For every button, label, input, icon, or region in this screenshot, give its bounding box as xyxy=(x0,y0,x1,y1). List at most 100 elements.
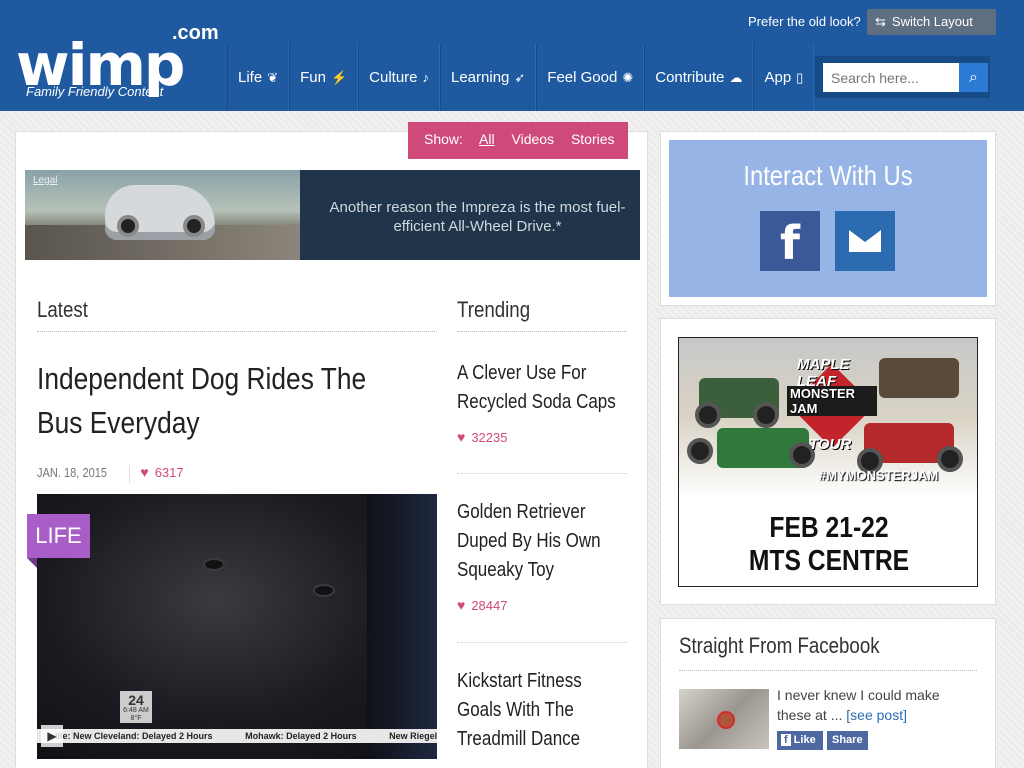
share-label: Share xyxy=(832,734,863,746)
nav-label: Feel Good xyxy=(547,69,618,86)
upload-cloud-icon: ☁ xyxy=(729,69,743,85)
divider xyxy=(129,464,131,483)
nav-item-feel-good[interactable]: Feel Good ✺ xyxy=(536,44,645,111)
badge-fold xyxy=(27,558,37,568)
filter-label: Show: xyxy=(424,131,463,147)
search-input[interactable] xyxy=(823,63,959,92)
interact-panel: Interact With Us f xyxy=(660,131,996,306)
site-logo[interactable]: .com wimp Family Friendly Content xyxy=(14,22,224,102)
category-badge[interactable]: LIFE xyxy=(27,514,90,558)
search-box: ⌕ xyxy=(815,56,990,98)
nav-item-life[interactable]: Life ❦ xyxy=(227,44,290,111)
search-button[interactable]: ⌕ xyxy=(959,63,988,92)
channel-number: 24 xyxy=(128,692,144,708)
article-meta: JAN. 18, 2015 ♥ 6317 xyxy=(37,464,184,483)
car-wheel xyxy=(183,215,205,237)
dog-eye xyxy=(205,560,223,569)
ad-banner[interactable]: Legal Another reason the Impreza is the … xyxy=(25,170,640,260)
filter-all[interactable]: All xyxy=(479,131,495,147)
logo-line: TOUR xyxy=(809,436,852,453)
facebook-panel: Straight From Facebook I never knew I co… xyxy=(660,618,996,768)
truck-wheel xyxy=(753,402,779,428)
banner-text: Another reason the Impreza is the most f… xyxy=(329,199,626,235)
trending-heading: Trending xyxy=(457,297,531,322)
facebook-f-icon: f xyxy=(781,734,791,746)
trending-title[interactable]: Golden Retriever Duped By His Own Squeak… xyxy=(457,498,627,585)
divider xyxy=(457,331,627,332)
like-label: Like xyxy=(793,734,816,746)
trending-title[interactable]: Kickstart Fitness Goals With The Treadmi… xyxy=(457,667,627,754)
play-icon[interactable]: ▶ xyxy=(41,725,63,747)
old-look-prompt: Prefer the old look? xyxy=(748,14,861,29)
switch-layout-button[interactable]: ⇆ Switch Layout xyxy=(867,9,996,35)
trending-title[interactable]: A Clever Use For Recycled Soda Caps xyxy=(457,359,627,417)
truck-wheel xyxy=(937,446,963,472)
divider xyxy=(679,670,977,671)
banner-scene xyxy=(25,170,300,260)
logo-line: MONSTER JAM xyxy=(787,386,877,416)
like-count: 28447 xyxy=(471,598,508,613)
facebook-share-button[interactable]: Share xyxy=(827,731,868,750)
latest-heading: Latest xyxy=(37,297,88,322)
trending-item[interactable]: Golden Retriever Duped By His Own Squeak… xyxy=(457,498,627,615)
rocket-icon: ➶ xyxy=(514,69,526,85)
nav-item-culture[interactable]: Culture ♪ xyxy=(358,44,440,111)
heart-icon[interactable]: ♥ xyxy=(457,429,465,445)
nav-label: Learning xyxy=(451,69,510,86)
interact-title: Interact With Us xyxy=(743,160,913,191)
nav-label: Life xyxy=(238,69,263,86)
channel-time: 6:48 AM xyxy=(123,707,149,714)
see-post-link[interactable]: [see post] xyxy=(846,707,907,723)
banner-legal-link[interactable]: Legal xyxy=(33,175,57,186)
article-date: JAN. 18, 2015 xyxy=(37,465,108,480)
ad-date: FEB 21-22 xyxy=(769,512,889,544)
video-background xyxy=(367,494,437,759)
heart-icon[interactable]: ♥ xyxy=(140,464,148,480)
nav-label: Fun xyxy=(300,69,326,86)
facebook-icon[interactable]: f xyxy=(760,211,820,271)
interact-box: Interact With Us f xyxy=(669,140,987,297)
filter-stories[interactable]: Stories xyxy=(571,131,615,147)
main-panel: Show: All Videos Stories Legal Another r… xyxy=(15,122,648,768)
divider xyxy=(457,642,627,643)
runner-icon: ⚡ xyxy=(330,69,348,85)
logo-tagline: Family Friendly Content xyxy=(26,84,164,99)
heart-icon[interactable]: ♥ xyxy=(457,597,465,613)
nav-item-fun[interactable]: Fun ⚡ xyxy=(289,44,359,111)
trending-item[interactable]: Kickstart Fitness Goals With The Treadmi… xyxy=(457,667,627,754)
ad-venue: MTS CENTRE xyxy=(748,545,910,577)
envelope-icon xyxy=(849,230,881,252)
guitar-icon: ♪ xyxy=(422,70,430,85)
facebook-post-thumbnail[interactable] xyxy=(679,689,769,749)
monster-jam-ad[interactable]: MAPLE LEAF MONSTER JAM TOUR #MYMONSTERJA… xyxy=(678,337,978,587)
nav-item-learning[interactable]: Learning ➶ xyxy=(440,44,537,111)
trending-item[interactable]: A Clever Use For Recycled Soda Caps ♥ 322… xyxy=(457,359,627,447)
main-nav: Life ❦ Fun ⚡ Culture ♪ Learning ➶ Feel Good ✺… xyxy=(227,44,815,111)
nav-item-app[interactable]: App ▯ xyxy=(753,44,815,111)
divider xyxy=(457,473,627,474)
filter-videos[interactable]: Videos xyxy=(512,131,555,147)
article-video[interactable]: 24 6:48 AM 8°F ille: New Cleveland: Dela… xyxy=(37,494,437,759)
trending-meta: ♥ 32235 xyxy=(457,429,627,447)
email-button[interactable] xyxy=(835,211,895,271)
ad-hashtag: #MYMONSTERJAM xyxy=(819,468,939,483)
sidebar-ad-panel: MAPLE LEAF MONSTER JAM TOUR #MYMONSTERJA… xyxy=(660,318,996,605)
butterfly-icon: ❦ xyxy=(267,69,279,85)
site-header: .com wimp Family Friendly Content Prefer… xyxy=(0,0,1024,111)
nav-label: Culture xyxy=(369,69,418,86)
ticker-item: Mohawk: Delayed 2 Hours xyxy=(245,731,357,741)
nav-label: Contribute xyxy=(655,69,725,86)
trending-meta: ♥ 28447 xyxy=(457,597,627,615)
divider xyxy=(37,331,437,332)
swap-arrows-icon: ⇆ xyxy=(875,14,886,29)
ticker-item: New Riegel: Delayed xyxy=(389,731,437,741)
monster-jam-logo: MAPLE LEAF MONSTER JAM TOUR xyxy=(787,356,877,453)
facebook-post-text: I never knew I could make these at ... [… xyxy=(777,685,967,725)
highlight-circle xyxy=(717,711,735,729)
facebook-heading: Straight From Facebook xyxy=(679,633,880,658)
article-title[interactable]: Independent Dog Rides The Bus Everyday xyxy=(37,357,377,445)
channel-bug: 24 6:48 AM 8°F xyxy=(120,691,152,723)
switch-layout-label: Switch Layout xyxy=(891,14,973,29)
facebook-like-button[interactable]: f Like xyxy=(777,731,823,750)
nav-item-contribute[interactable]: Contribute ☁ xyxy=(644,44,754,111)
